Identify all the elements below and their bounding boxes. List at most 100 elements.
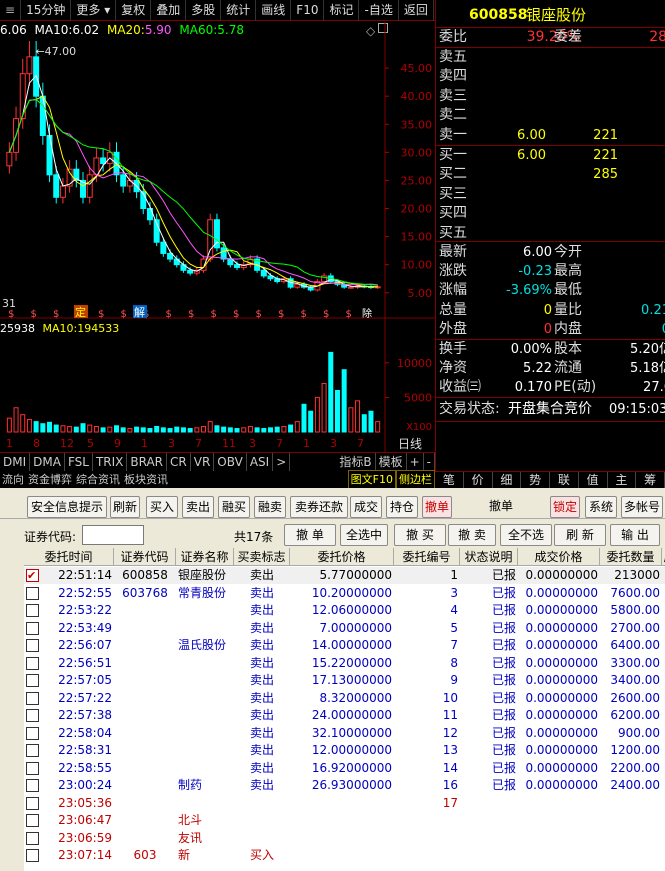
filter-button-2[interactable]: 撤 买 <box>394 524 446 546</box>
toolbar-item-7[interactable]: -自选 <box>359 0 399 21</box>
row-checkbox[interactable] <box>26 831 39 845</box>
col-header-7[interactable]: 成交价格 <box>518 548 600 566</box>
period-selector[interactable]: 15分钟 <box>21 0 72 21</box>
event-marker[interactable]: $ <box>31 309 37 320</box>
filter-button-6[interactable]: 输 出 <box>610 524 660 546</box>
event-marker[interactable]: $ <box>278 309 284 320</box>
row-checkbox[interactable] <box>26 744 39 757</box>
bottom-tab-3[interactable]: 板块资讯 <box>122 471 170 488</box>
indicator-12[interactable]: + <box>407 452 424 471</box>
side-tab-6[interactable]: 主 <box>608 472 637 488</box>
row-checkbox[interactable] <box>26 656 39 670</box>
row-checkbox[interactable] <box>26 639 39 652</box>
row-checkbox[interactable] <box>26 761 39 775</box>
event-marker[interactable]: $ <box>211 309 217 320</box>
toolbar-item-0[interactable]: 复权 <box>116 0 152 21</box>
toolbar-button-11[interactable]: 锁定 <box>550 496 580 518</box>
tag-ding[interactable]: 定 <box>75 305 86 319</box>
event-marker[interactable]: $ <box>53 309 59 320</box>
row-checkbox[interactable] <box>26 796 39 810</box>
row-checkbox[interactable]: ✔ <box>26 569 39 582</box>
toolbar-button-12[interactable]: 系统 <box>585 496 617 518</box>
row-checkbox[interactable] <box>26 604 39 617</box>
tag-end[interactable]: 除 <box>362 307 372 320</box>
price-chart-svg[interactable]: 45.0040.0035.0030.0025.0020.0015.0010.00… <box>0 22 435 452</box>
toolbar-button-3[interactable]: 卖出 <box>182 496 214 518</box>
tag-jie[interactable]: 解 <box>134 305 145 319</box>
side-tab-4[interactable]: 联 <box>550 472 579 488</box>
row-checkbox[interactable] <box>26 621 39 635</box>
side-tab-5[interactable]: 值 <box>579 472 608 488</box>
filter-button-5[interactable]: 刷 新 <box>554 524 606 546</box>
toolbar-button-4[interactable]: 融买 <box>218 496 250 518</box>
bottom-tab-0[interactable]: 流向 <box>0 471 26 488</box>
toolbar-item-4[interactable]: 画线 <box>256 0 292 21</box>
bottom-tab-2[interactable]: 综合资讯 <box>74 471 122 488</box>
side-tab-0[interactable]: 笔 <box>435 472 464 488</box>
indicator-11[interactable]: 模板 <box>376 452 407 471</box>
col-header-8[interactable]: 委托数量 <box>600 548 662 566</box>
col-header-6[interactable]: 状态说明 <box>460 548 518 566</box>
row-checkbox[interactable] <box>26 586 39 600</box>
indicator-2[interactable]: FSL <box>65 452 93 471</box>
event-marker[interactable]: $ <box>233 309 239 320</box>
indicator-3[interactable]: TRIX <box>93 452 128 471</box>
toolbar-item-1[interactable]: 叠加 <box>151 0 187 21</box>
indicator-13[interactable]: - <box>424 452 435 471</box>
event-marker[interactable]: $ <box>256 309 262 320</box>
toolbar-item-3[interactable]: 统计 <box>221 0 257 21</box>
more-menu[interactable]: 更多 ▾ <box>71 0 117 21</box>
event-marker[interactable]: $ <box>188 309 194 320</box>
bottom-tab-1[interactable]: 资金博弈 <box>26 471 74 488</box>
menu-icon[interactable]: ≡ <box>0 0 22 21</box>
event-marker[interactable]: $ <box>166 309 172 320</box>
col-header-0[interactable]: 委托时间 <box>24 548 114 566</box>
toolbar-item-2[interactable]: 多股 <box>186 0 222 21</box>
indicator-10[interactable]: 指标B <box>336 452 376 471</box>
row-checkbox[interactable] <box>26 709 39 722</box>
indicator-6[interactable]: VR <box>191 452 215 471</box>
toolbar-item-5[interactable]: F10 <box>291 0 325 21</box>
day-line-label[interactable]: 日线 <box>398 437 422 451</box>
row-checkbox[interactable] <box>26 849 39 862</box>
side-tab-7[interactable]: 筹 <box>636 472 665 488</box>
toolbar-button-7[interactable]: 成交 <box>350 496 382 518</box>
bottom-tab-5[interactable]: 侧边栏 <box>396 470 435 489</box>
indicator-0[interactable]: DMI <box>0 452 31 471</box>
toolbar-item-8[interactable]: 返回 <box>399 0 434 21</box>
toolbar-button-2[interactable]: 买入 <box>146 496 178 518</box>
col-header-2[interactable]: 证券名称 <box>176 548 234 566</box>
event-marker[interactable]: $ <box>121 309 127 320</box>
toolbar-button-9[interactable]: 撤单 <box>422 496 452 518</box>
toolbar-button-8[interactable]: 持仓 <box>386 496 418 518</box>
indicator-9[interactable]: > <box>273 452 291 471</box>
kline-chart-panel[interactable]: ≡ 15分钟 更多 ▾ 复权 叠加 多股 统计 画线 F10 标记 -自选 返回 6.06 MA… <box>0 0 435 489</box>
col-header-1[interactable]: 证券代码 <box>114 548 176 566</box>
col-header-5[interactable]: 委托编号 <box>394 548 460 566</box>
side-tab-3[interactable]: 势 <box>521 472 550 488</box>
indicator-1[interactable]: DMA <box>30 452 65 471</box>
toolbar-button-6[interactable]: 卖券还款 <box>290 496 348 518</box>
toolbar-button-10[interactable]: 撤单 <box>470 496 532 518</box>
side-tab-2[interactable]: 细 <box>493 472 522 488</box>
toolbar-button-5[interactable]: 融卖 <box>254 496 286 518</box>
filter-button-1[interactable]: 全选中 <box>340 524 388 546</box>
event-marker[interactable]: $ <box>323 309 329 320</box>
toolbar-button-1[interactable]: 刷新 <box>110 496 140 518</box>
code-input[interactable] <box>82 525 144 545</box>
event-marker[interactable]: $ <box>301 309 307 320</box>
event-marker[interactable]: $ <box>98 309 104 320</box>
toolbar-button-0[interactable]: 安全信息提示 <box>27 496 107 518</box>
bottom-tab-4[interactable]: 图文F10 <box>347 470 396 489</box>
col-header-3[interactable]: 买卖标志 <box>234 548 290 566</box>
filter-button-3[interactable]: 撤 卖 <box>448 524 496 546</box>
col-header-4[interactable]: 委托价格 <box>290 548 394 566</box>
indicator-8[interactable]: ASI <box>247 452 274 471</box>
toolbar-item-6[interactable]: 标记 <box>324 0 360 21</box>
row-checkbox[interactable] <box>26 779 39 792</box>
side-tab-1[interactable]: 价 <box>464 472 493 488</box>
indicator-7[interactable]: OBV <box>214 452 247 471</box>
filter-button-0[interactable]: 撤 单 <box>284 524 336 546</box>
row-checkbox[interactable] <box>26 674 39 687</box>
event-marker[interactable]: $ <box>8 309 14 320</box>
